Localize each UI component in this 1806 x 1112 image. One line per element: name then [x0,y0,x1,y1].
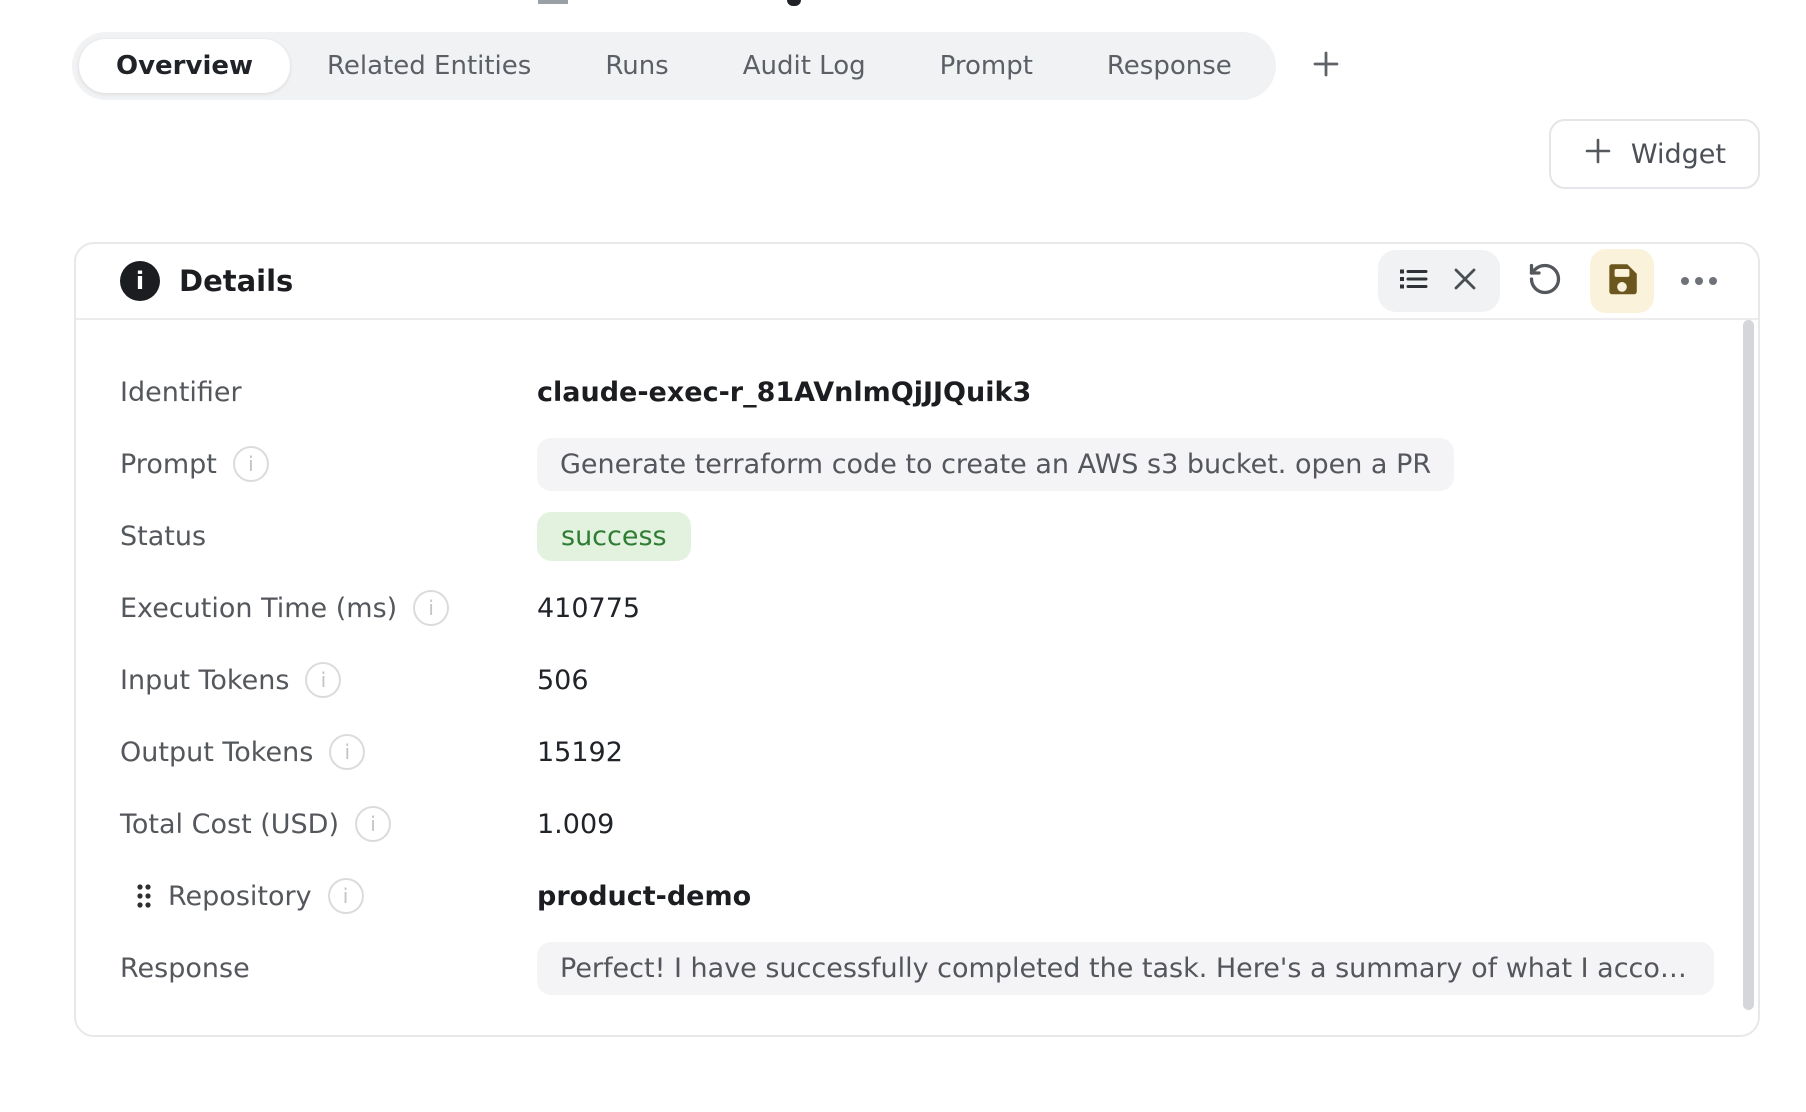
add-tab-button[interactable] [1304,44,1348,88]
row-value-col: 410775 [537,593,1714,624]
list-icon [1396,262,1430,300]
row-value: 15192 [537,737,623,768]
row-label-col: Execution Time (ms) i [120,590,537,626]
row-value: claude-exec-r_81AVnlmQjJJQuik3 [537,377,1031,408]
row-label: Identifier [120,377,242,408]
info-icon[interactable]: i [305,662,341,698]
row-output-tokens: Output Tokens i 15192 [120,716,1714,788]
list-button[interactable] [1388,256,1438,306]
toolbar-pill [1378,250,1500,312]
row-label-col: Status [120,521,537,552]
tab-prompt[interactable]: Prompt [903,39,1070,93]
cutoff-title-fragment-underscore [538,0,568,4]
details-card-header: i Details [76,244,1758,320]
add-widget-label: Widget [1631,139,1726,170]
info-icon[interactable]: i [355,806,391,842]
info-icon[interactable]: i [233,446,269,482]
add-widget-button[interactable]: Widget [1549,119,1760,189]
info-icon[interactable]: i [329,734,365,770]
row-label: Response [120,953,250,984]
tab-response[interactable]: Response [1070,39,1269,93]
row-value: Perfect! I have successfully completed t… [537,942,1714,995]
tab-overview[interactable]: Overview [79,39,290,93]
row-repository: Repository i product-demo [120,860,1714,932]
row-value: 506 [537,665,589,696]
tab-row: OverviewRelated EntitiesRunsAudit LogPro… [72,32,1348,100]
row-total-cost-usd: Total Cost (USD) i 1.009 [120,788,1714,860]
tab-audit-log[interactable]: Audit Log [706,39,903,93]
row-label: Output Tokens [120,737,313,768]
row-response: Response Perfect! I have successfully com… [120,932,1714,1004]
ellipsis-icon [1679,272,1719,291]
save-icon [1603,260,1641,302]
row-prompt: PromptiGenerate terraform code to create… [120,428,1714,500]
tab-runs[interactable]: Runs [568,39,705,93]
row-value: Generate terraform code to create an AWS… [537,438,1454,491]
row-label: Input Tokens [120,665,289,696]
row-label-col: Response [120,953,537,984]
details-card: i Details [74,242,1760,1037]
info-filled-icon: i [120,261,160,301]
cutoff-title-fragment-descender [787,0,801,6]
more-options-button[interactable] [1674,256,1724,306]
row-label: Repository [168,881,312,912]
row-label: Total Cost (USD) [120,809,339,840]
row-execution-time-ms: Execution Time (ms) i 410775 [120,572,1714,644]
row-label-col: Input Tokens i [120,662,537,698]
details-rows: Identifier claude-exec-r_81AVnlmQjJJQuik3… [76,320,1758,1004]
row-value: 410775 [537,593,640,624]
row-label-col: Repository i [120,878,537,914]
row-label: Execution Time (ms) [120,593,397,624]
row-value-col: 1.009 [537,809,1714,840]
row-label-col: Prompti [120,446,537,482]
row-value-col: 15192 [537,737,1714,768]
plus-icon [1309,47,1343,85]
undo-icon [1527,261,1563,301]
plus-icon [1583,136,1613,173]
row-input-tokens: Input Tokens i 506 [120,644,1714,716]
save-button[interactable] [1590,249,1654,313]
info-icon[interactable]: i [413,590,449,626]
row-value-col: product-demo [537,881,1714,912]
row-label-col: Output Tokens i [120,734,537,770]
row-value-col: success [537,512,1714,561]
row-value: 1.009 [537,809,614,840]
info-icon[interactable]: i [328,878,364,914]
row-value: success [537,512,691,561]
drag-handle-icon[interactable] [136,882,152,910]
row-identifier: Identifier claude-exec-r_81AVnlmQjJJQuik3 [120,356,1714,428]
row-label: Status [120,521,206,552]
row-label-col: Total Cost (USD) i [120,806,537,842]
row-label: Prompt [120,449,217,480]
close-button[interactable] [1440,256,1490,306]
close-icon [1450,264,1480,298]
tab-bar: OverviewRelated EntitiesRunsAudit LogPro… [72,32,1276,100]
card-toolbar [1378,249,1724,313]
card-title: Details [179,264,293,298]
row-value: product-demo [537,881,751,912]
undo-button[interactable] [1520,256,1570,306]
scrollbar-thumb[interactable] [1743,320,1754,1010]
row-value-col: Generate terraform code to create an AWS… [537,438,1714,491]
tab-related-entities[interactable]: Related Entities [290,39,568,93]
row-value-col: Perfect! I have successfully completed t… [537,942,1714,995]
row-status: Status success [120,500,1714,572]
row-value-col: claude-exec-r_81AVnlmQjJJQuik3 [537,377,1714,408]
row-label-col: Identifier [120,377,537,408]
row-value-col: 506 [537,665,1714,696]
